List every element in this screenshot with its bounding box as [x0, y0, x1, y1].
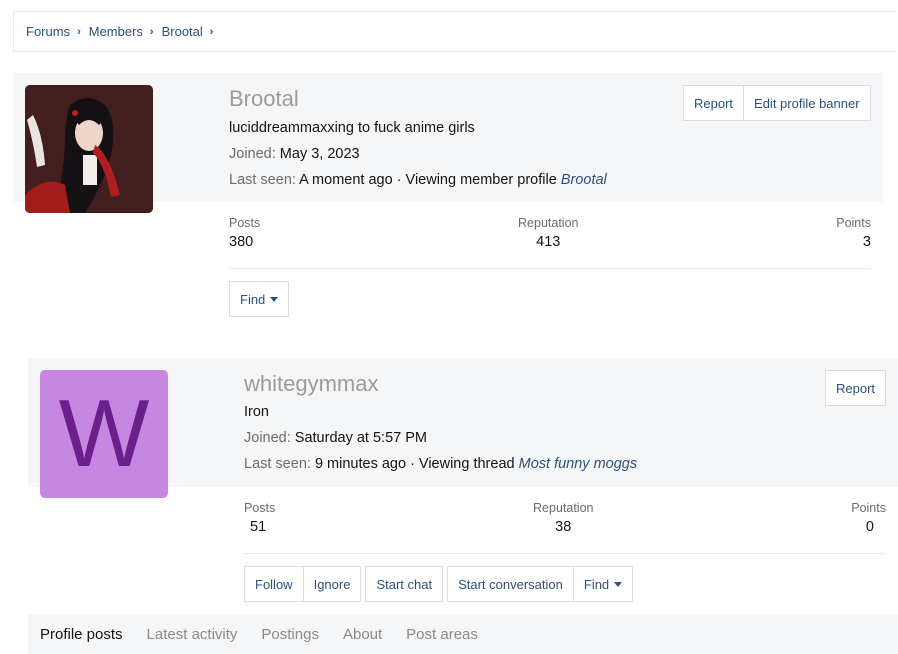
chevron-right-icon: › — [149, 25, 154, 38]
chevron-right-icon: › — [77, 25, 81, 38]
breadcrumb-link[interactable]: Forums — [26, 24, 70, 39]
breadcrumb-members[interactable]: Members › — [89, 24, 162, 39]
tab-about[interactable]: About — [343, 626, 382, 643]
profile-actions-top: Report Edit profile banner — [683, 85, 871, 121]
joined-label: Joined: — [229, 146, 276, 162]
username: Brootal — [229, 86, 299, 111]
stat-label: Points — [851, 501, 886, 515]
start-conversation-button[interactable]: Start conversation — [447, 566, 574, 602]
stat-reputation[interactable]: Reputation 413 — [518, 216, 578, 250]
joined-info: Joined: Saturday at 5:57 PM — [244, 430, 427, 446]
breadcrumb-user[interactable]: Brootal › — [162, 24, 222, 39]
report-button[interactable]: Report — [683, 85, 745, 121]
joined-label: Joined: — [244, 430, 291, 446]
username: whitegymmax — [244, 371, 379, 396]
stat-points[interactable]: Points 0 — [851, 501, 886, 535]
follow-button[interactable]: Follow — [244, 566, 304, 602]
profile-actions-top: Report — [825, 370, 887, 406]
last-seen-link[interactable]: Brootal — [561, 172, 607, 188]
divider — [244, 553, 886, 554]
joined-value: Saturday at 5:57 PM — [294, 430, 427, 446]
profile-actions-bottom: Find — [229, 281, 290, 317]
stat-points[interactable]: Points 3 — [836, 216, 871, 250]
user-stats: Posts 51 Reputation 38 Points 0 — [244, 501, 886, 535]
user-title: luciddreammaxxing to fuck anime girls — [229, 120, 475, 136]
profile-tabs: Profile posts Latest activity Postings A… — [28, 614, 898, 654]
find-label: Find — [240, 291, 266, 307]
stat-posts[interactable]: Posts 51 — [244, 501, 275, 535]
caret-down-icon — [270, 296, 279, 302]
stat-posts[interactable]: Posts 380 — [229, 216, 260, 250]
stat-label: Points — [836, 216, 871, 230]
start-chat-button[interactable]: Start chat — [365, 566, 444, 602]
avatar-letter[interactable]: W — [40, 370, 168, 498]
user-stats: Posts 380 Reputation 413 Points 3 — [229, 216, 871, 250]
stat-value: 413 — [536, 234, 561, 250]
avatar[interactable] — [25, 85, 153, 213]
stat-label: Reputation — [533, 501, 594, 515]
find-button[interactable]: Find — [229, 281, 290, 317]
breadcrumb: Forums › Members › Brootal › — [13, 11, 896, 52]
joined-info: Joined: May 3, 2023 — [229, 146, 360, 162]
stat-label: Posts — [244, 501, 276, 515]
divider — [229, 268, 871, 269]
last-seen-label: Last seen: — [244, 456, 311, 472]
breadcrumb-forums[interactable]: Forums › — [26, 24, 89, 39]
last-seen-label: Last seen: — [229, 172, 296, 188]
breadcrumb-link[interactable]: Members — [89, 24, 143, 39]
ignore-button[interactable]: Ignore — [303, 566, 362, 602]
report-button[interactable]: Report — [825, 370, 887, 406]
last-seen-value: A moment ago · Viewing member profile — [299, 172, 557, 188]
last-seen-info: Last seen: 9 minutes ago · Viewing threa… — [244, 456, 637, 472]
stat-value: 51 — [250, 519, 267, 535]
stat-value: 38 — [555, 519, 572, 535]
tab-latest-activity[interactable]: Latest activity — [147, 626, 238, 643]
stat-label: Reputation — [518, 216, 579, 230]
stat-label: Posts — [229, 216, 261, 230]
breadcrumb-link[interactable]: Brootal — [162, 24, 203, 39]
find-button[interactable]: Find — [573, 566, 634, 602]
joined-value: May 3, 2023 — [279, 146, 360, 162]
stat-value: 0 — [865, 519, 874, 535]
caret-down-icon — [614, 581, 623, 587]
tab-post-areas[interactable]: Post areas — [406, 626, 478, 643]
chevron-right-icon: › — [209, 25, 214, 38]
edit-profile-banner-button[interactable]: Edit profile banner — [744, 85, 871, 121]
stat-reputation[interactable]: Reputation 38 — [533, 501, 593, 535]
tab-profile-posts[interactable]: Profile posts — [40, 626, 123, 643]
profile-card-whitegymmax: W whitegymmax Iron Joined: Saturday at 5… — [28, 358, 898, 608]
profile-card-brootal: Brootal luciddreammaxxing to fuck anime … — [13, 73, 898, 333]
user-title: Iron — [244, 404, 269, 420]
profile-actions-bottom: Follow Ignore Start chat Start conversat… — [244, 566, 634, 602]
stat-value: 380 — [229, 234, 254, 250]
last-seen-value: 9 minutes ago · Viewing thread — [314, 456, 515, 472]
last-seen-info: Last seen: A moment ago · Viewing member… — [229, 172, 607, 188]
stat-value: 3 — [862, 234, 871, 250]
anime-avatar-image — [25, 85, 153, 213]
tab-postings[interactable]: Postings — [261, 626, 319, 643]
last-seen-link[interactable]: Most funny moggs — [519, 456, 637, 472]
find-label: Find — [583, 576, 610, 592]
